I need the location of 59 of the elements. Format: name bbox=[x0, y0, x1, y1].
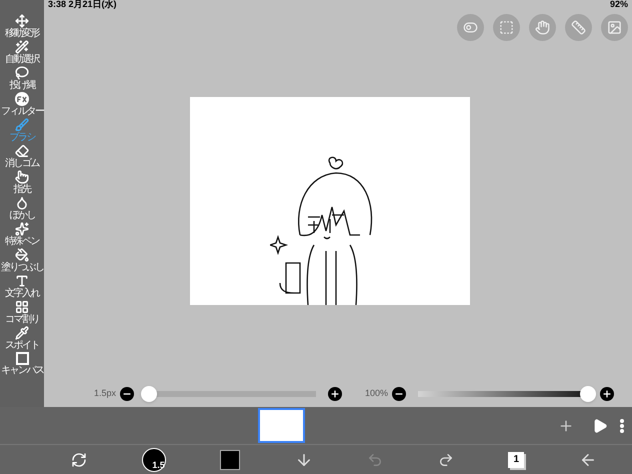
tool-button[interactable]: 文字入れ bbox=[5, 274, 39, 299]
sparkle-pen-icon bbox=[15, 222, 29, 236]
increase-button[interactable] bbox=[328, 387, 342, 401]
tool-button[interactable]: ぼかし bbox=[9, 196, 35, 221]
more-button[interactable] bbox=[620, 418, 624, 432]
layers-button[interactable]: 1 bbox=[508, 452, 524, 468]
slider-thumb[interactable] bbox=[580, 386, 596, 402]
tool-button[interactable]: コマ割り bbox=[5, 300, 39, 325]
tool-button[interactable]: フィルター bbox=[0, 92, 44, 117]
rotate-icon bbox=[71, 452, 88, 468]
tool-button[interactable]: 投げ縄 bbox=[9, 66, 35, 91]
fx-icon bbox=[15, 92, 29, 106]
slider-reading: 100% bbox=[364, 387, 388, 400]
plus-icon bbox=[602, 389, 612, 399]
tool-button[interactable]: 自動選択 bbox=[5, 40, 39, 65]
slider-reading: 1.5px bbox=[92, 387, 116, 400]
add-icon bbox=[558, 418, 574, 434]
paint-bucket-icon bbox=[15, 248, 29, 262]
tool-button[interactable]: 塗りつぶし bbox=[0, 248, 44, 273]
brush-icon bbox=[15, 118, 29, 132]
toggle-button[interactable] bbox=[457, 14, 484, 41]
finger-icon bbox=[15, 170, 29, 184]
battery-reading: 92% bbox=[610, 0, 628, 12]
tool-button[interactable]: 移動変形 bbox=[5, 14, 39, 39]
undo-icon bbox=[367, 452, 384, 468]
grid-icon bbox=[15, 300, 29, 314]
increase-button[interactable] bbox=[600, 387, 614, 401]
tool-button[interactable]: 消しゴム bbox=[5, 144, 39, 169]
transform-button[interactable] bbox=[71, 452, 88, 468]
play-button[interactable] bbox=[592, 418, 608, 434]
tool-button[interactable]: 指先 bbox=[14, 170, 30, 195]
decrease-button[interactable] bbox=[392, 387, 406, 401]
eyedropper-icon bbox=[15, 326, 29, 340]
redo-icon bbox=[438, 452, 454, 468]
decrease-button[interactable] bbox=[120, 387, 134, 401]
lasso-icon bbox=[15, 66, 29, 80]
square-icon bbox=[16, 352, 28, 365]
droplet-icon bbox=[15, 196, 29, 210]
hand-icon bbox=[535, 20, 550, 35]
slider-thumb[interactable] bbox=[141, 386, 158, 402]
frame-thumbnail[interactable] bbox=[258, 408, 305, 443]
tool-button[interactable]: 特殊ペン bbox=[5, 222, 39, 247]
play-icon bbox=[592, 418, 608, 434]
selection-icon bbox=[499, 20, 514, 35]
more-icon bbox=[620, 418, 624, 432]
tool-button[interactable]: スポイト bbox=[5, 326, 39, 351]
image-icon bbox=[607, 20, 622, 35]
eraser-icon bbox=[15, 144, 29, 158]
status-time: 3:38 2月21日(水) bbox=[48, 0, 117, 12]
toggle-icon bbox=[463, 20, 478, 35]
add-button[interactable] bbox=[558, 418, 574, 434]
ruler-icon bbox=[571, 20, 586, 35]
text-icon bbox=[15, 274, 29, 288]
magic-wand-icon bbox=[15, 40, 29, 54]
plus-icon bbox=[330, 389, 340, 399]
redo-button[interactable] bbox=[438, 452, 454, 468]
color-button[interactable] bbox=[220, 450, 240, 470]
tool-button[interactable]: キャンバス bbox=[0, 352, 44, 376]
move-icon bbox=[15, 14, 29, 28]
